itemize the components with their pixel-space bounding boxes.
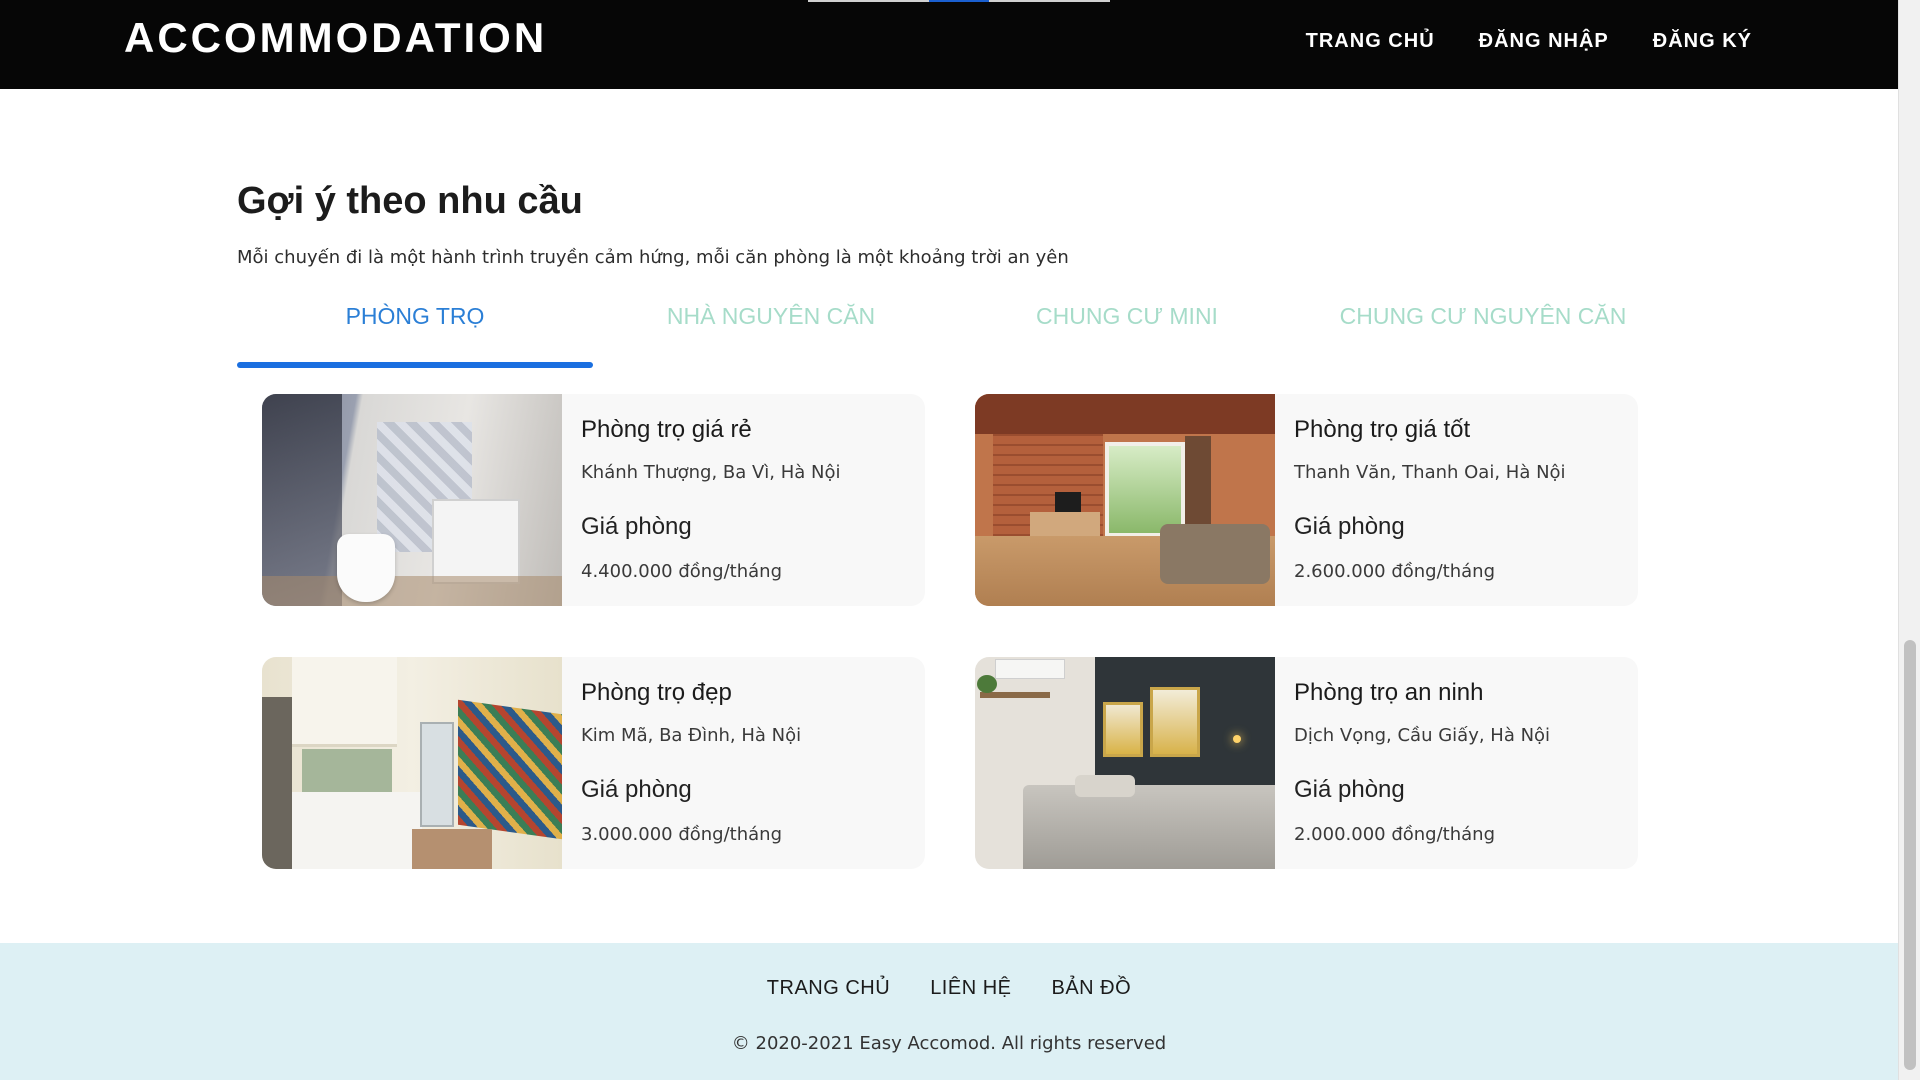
footer-contact-link[interactable]: LIÊN HỆ [930,977,1011,1000]
footer-map-link[interactable]: BẢN ĐỒ [1052,977,1132,1000]
listing-card[interactable]: Phòng trọ giá tốt Thanh Văn, Thanh Oai, … [975,394,1638,606]
scrollbar-thumb[interactable] [1904,640,1916,1070]
listing-info: Phòng trọ đẹp Kim Mã, Ba Đình, Hà Nội Gi… [562,657,801,869]
listing-price-label: Giá phòng [1294,776,1405,803]
listing-photo[interactable] [262,657,562,869]
listing-info: Phòng trọ an ninh Dịch Vọng, Cầu Giấy, H… [1275,657,1550,869]
footer: TRANG CHỦ LIÊN HỆ BẢN ĐỒ © 2020-2021 Eas… [0,943,1898,1080]
main-nav: TRANG CHỦ ĐĂNG NHẬP ĐĂNG KÝ [1306,30,1752,53]
listing-photo[interactable] [975,394,1275,606]
listing-info: Phòng trọ giá tốt Thanh Văn, Thanh Oai, … [1275,394,1566,606]
top-navbar: ACCOMMODATION TRANG CHỦ ĐĂNG NHẬP ĐĂNG K… [0,0,1898,89]
nav-home-link[interactable]: TRANG CHỦ [1306,30,1435,53]
listing-address: Khánh Thượng, Ba Vì, Hà Nội [581,462,841,483]
carousel-indicator [808,0,1110,2]
listing-title[interactable]: Phòng trọ giá tốt [1294,416,1566,444]
tab-phong-tro[interactable]: PHÒNG TRỌ [237,296,593,368]
section-subtitle: Mỗi chuyến đi là một hành trình truyền c… [237,247,1069,268]
tab-chung-cu-mini[interactable]: CHUNG CƯ MINI [949,296,1305,368]
listing-photo[interactable] [262,394,562,606]
listing-price: 3.000.000 đồng/tháng [581,824,782,845]
footer-home-link[interactable]: TRANG CHỦ [767,977,890,1000]
listing-title[interactable]: Phòng trọ đẹp [581,679,801,707]
listing-address: Dịch Vọng, Cầu Giấy, Hà Nội [1294,725,1551,746]
nav-register-link[interactable]: ĐĂNG KÝ [1653,30,1752,53]
listing-price: 4.400.000 đồng/tháng [581,561,782,582]
tab-nha-nguyen-can[interactable]: NHÀ NGUYÊN CĂN [593,296,949,368]
nav-login-link[interactable]: ĐĂNG NHẬP [1479,30,1609,53]
listing-price-label: Giá phòng [1294,513,1405,540]
tab-chung-cu-nguyen-can[interactable]: CHUNG CƯ NGUYÊN CĂN [1305,296,1661,368]
listing-title[interactable]: Phòng trọ giá rẻ [581,416,841,444]
listing-price: 2.600.000 đồng/tháng [1294,561,1495,582]
copyright-text: © 2020-2021 Easy Accomod. All rights res… [731,1033,1167,1054]
listing-title[interactable]: Phòng trọ an ninh [1294,679,1550,707]
listing-card[interactable]: Phòng trọ đẹp Kim Mã, Ba Đình, Hà Nội Gi… [262,657,925,869]
listing-price-label: Giá phòng [581,776,692,803]
listing-address: Thanh Văn, Thanh Oai, Hà Nội [1294,462,1566,483]
listing-photo[interactable] [975,657,1275,869]
page-scrollbar[interactable] [1898,0,1920,1080]
category-tabs: PHÒNG TRỌ NHÀ NGUYÊN CĂN CHUNG CƯ MINI C… [237,296,1664,368]
listing-card[interactable]: Phòng trọ giá rẻ Khánh Thượng, Ba Vì, Hà… [262,394,925,606]
section-title: Gợi ý theo nhu cầu [237,180,583,222]
listing-info: Phòng trọ giá rẻ Khánh Thượng, Ba Vì, Hà… [562,394,841,606]
footer-nav: TRANG CHỦ LIÊN HỆ BẢN ĐỒ [0,977,1898,1000]
brand-logo[interactable]: ACCOMMODATION [124,14,547,62]
listing-price-label: Giá phòng [581,513,692,540]
listing-address: Kim Mã, Ba Đình, Hà Nội [581,725,802,746]
listing-price: 2.000.000 đồng/tháng [1294,824,1495,845]
carousel-indicator-active [929,0,989,2]
listing-card[interactable]: Phòng trọ an ninh Dịch Vọng, Cầu Giấy, H… [975,657,1638,869]
